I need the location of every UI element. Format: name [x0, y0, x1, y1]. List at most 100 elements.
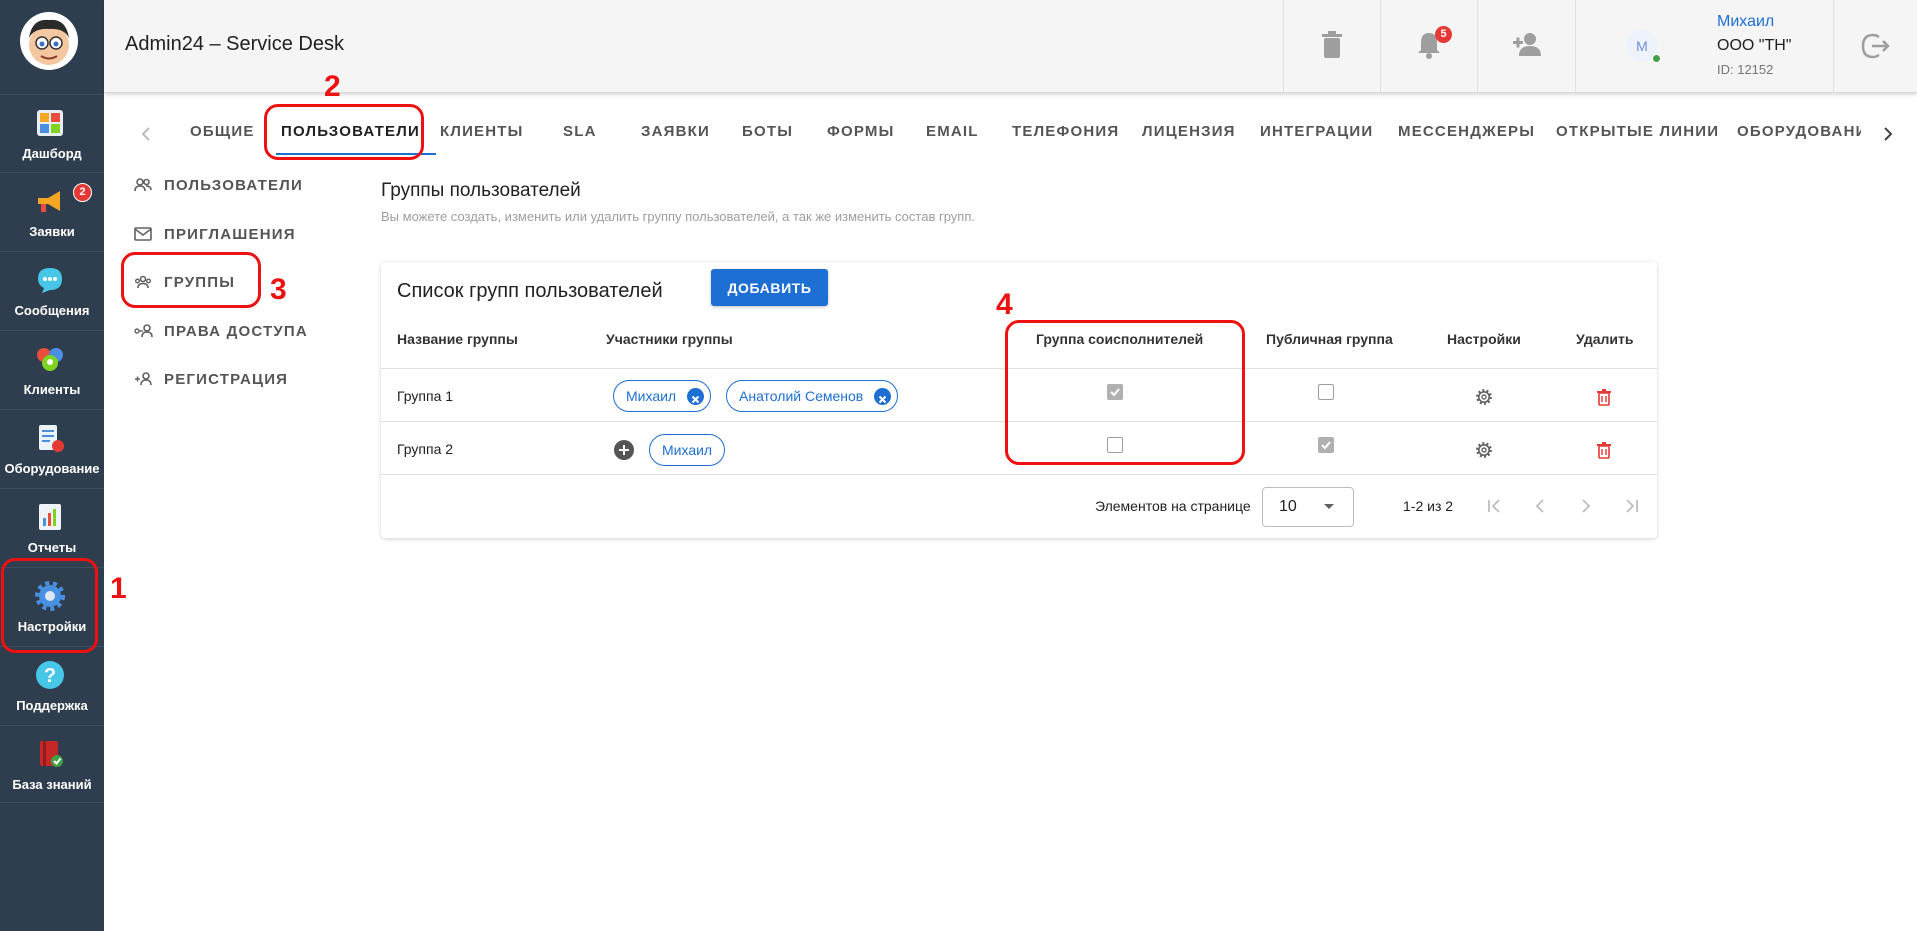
- user-id: ID: 12152: [1717, 62, 1774, 77]
- add-user-button[interactable]: [1477, 0, 1574, 93]
- delete-trash-icon[interactable]: [1595, 441, 1613, 459]
- remove-member-icon[interactable]: [874, 388, 892, 405]
- delete-trash-icon[interactable]: [1595, 388, 1613, 406]
- annotation-box-co-executors: [1005, 320, 1245, 465]
- card-title: Список групп пользователей: [397, 280, 663, 302]
- left-navigation: Дашборд 2 Заявки Сообщения Клиенты Обору…: [0, 0, 104, 931]
- envelope-icon: [134, 227, 152, 241]
- annotation-number: 2: [324, 70, 341, 103]
- subnav-label: ПОЛЬЗОВАТЕЛИ: [164, 177, 303, 194]
- tab-tickets[interactable]: ЗАЯВКИ: [641, 123, 710, 140]
- help-question-icon: ?: [36, 661, 64, 689]
- nav-label: Дашборд: [22, 146, 82, 161]
- nav-label: Оборудование: [4, 461, 100, 476]
- tab-clients[interactable]: КЛИЕНТЫ: [440, 123, 524, 140]
- app-logo[interactable]: [20, 12, 78, 70]
- user-profile[interactable]: M Михаил ООО "ТН" ID: 12152: [1575, 0, 1834, 93]
- app-root: Дашборд 2 Заявки Сообщения Клиенты Обору…: [0, 0, 1917, 931]
- member-chip[interactable]: Анатолий Семенов: [726, 380, 899, 412]
- annotation-number: 1: [110, 572, 127, 605]
- people-group-icon: [37, 348, 63, 371]
- subnav-label: РЕГИСТРАЦИЯ: [164, 371, 289, 388]
- column-header-members: Участники группы: [606, 331, 733, 347]
- page-subtitle: Вы можете создать, изменить или удалить …: [381, 209, 975, 224]
- annotation-box-settings: [1, 558, 98, 653]
- row-divider: [381, 474, 1657, 475]
- nav-dashboard[interactable]: Дашборд: [0, 94, 104, 172]
- page-title: Группы пользователей: [381, 180, 581, 201]
- nav-label: Поддержка: [16, 698, 88, 713]
- member-chip-label: Михаил: [662, 442, 713, 458]
- trash-icon: [1322, 31, 1342, 58]
- nav-reports[interactable]: Отчеты: [0, 488, 104, 566]
- subnav-label: ПРИГЛАШЕНИЯ: [164, 226, 296, 243]
- book-check-icon: [40, 741, 63, 767]
- last-page-icon[interactable]: [1621, 495, 1643, 517]
- check-icon: [1321, 441, 1331, 450]
- group-name: Группа 1: [397, 388, 454, 404]
- tab-bots[interactable]: БОТЫ: [742, 123, 793, 140]
- tab-general[interactable]: ОБЩИЕ: [190, 123, 255, 140]
- user-organization: ООО "ТН": [1717, 37, 1792, 54]
- notifications-badge: 5: [1435, 26, 1452, 43]
- online-status-dot: [1652, 54, 1661, 63]
- equipment-checklist-icon: [39, 425, 64, 452]
- tickets-badge: 2: [73, 183, 92, 202]
- user-key-icon: [134, 324, 153, 338]
- tab-forms[interactable]: ФОРМЫ: [827, 123, 894, 140]
- rows-per-page-label: Элементов на странице: [1095, 498, 1251, 514]
- logout-icon[interactable]: [1860, 30, 1892, 62]
- annotation-box-groups: [121, 252, 261, 308]
- users-icon: [134, 178, 152, 192]
- subnav-label: ПРАВА ДОСТУПА: [164, 323, 308, 340]
- tab-license[interactable]: ЛИЦЕНЗИЯ: [1142, 123, 1236, 140]
- tabs-scroll-right-icon[interactable]: [1874, 121, 1900, 147]
- annotation-number: 3: [270, 273, 287, 306]
- member-chip-label: Михаил: [626, 388, 677, 404]
- tab-integrations[interactable]: ИНТЕГРАЦИИ: [1260, 123, 1373, 140]
- annotation-box-users-tab: [264, 104, 424, 160]
- dashboard-icon: [37, 110, 63, 136]
- nav-clients[interactable]: Клиенты: [0, 330, 104, 408]
- group-name: Группа 2: [397, 441, 454, 457]
- rows-per-page-select[interactable]: 10: [1262, 487, 1354, 527]
- tab-email[interactable]: EMAIL: [926, 123, 979, 140]
- nav-equipment[interactable]: Оборудование: [0, 409, 104, 487]
- next-page-icon[interactable]: [1575, 495, 1597, 517]
- svg-text:?: ?: [44, 665, 56, 687]
- add-group-button[interactable]: ДОБАВИТЬ: [711, 269, 828, 306]
- tab-equipment[interactable]: ОБОРУДОВАНИЕ: [1737, 123, 1861, 140]
- column-header-settings: Настройки: [1447, 331, 1521, 347]
- first-page-icon[interactable]: [1483, 495, 1505, 517]
- tab-messengers[interactable]: МЕССЕНДЖЕРЫ: [1398, 123, 1535, 140]
- user-name[interactable]: Михаил: [1717, 13, 1774, 31]
- report-chart-icon: [39, 504, 61, 530]
- notifications-button[interactable]: 5: [1380, 0, 1477, 93]
- top-bar: Admin24 – Service Desk 5 M Михаил ООО "Т…: [104, 0, 1917, 93]
- member-chip[interactable]: Михаил: [613, 380, 712, 412]
- annotation-number: 4: [996, 288, 1013, 321]
- public-group-checkbox[interactable]: [1318, 384, 1334, 400]
- nav-label: Сообщения: [14, 303, 90, 318]
- tab-telephony[interactable]: ТЕЛЕФОНИЯ: [1012, 123, 1119, 140]
- tab-sla[interactable]: SLA: [563, 123, 597, 140]
- column-header-name: Название группы: [397, 331, 518, 347]
- user-add-icon: [135, 372, 152, 386]
- nav-support[interactable]: ? Поддержка: [0, 646, 104, 724]
- remove-member-icon[interactable]: [687, 388, 705, 405]
- nav-tickets[interactable]: 2 Заявки: [0, 172, 104, 250]
- tabs-scroll-left-icon[interactable]: [134, 121, 160, 147]
- group-settings-gear-icon[interactable]: [1475, 441, 1493, 459]
- previous-page-icon[interactable]: [1529, 495, 1551, 517]
- column-header-public: Публичная группа: [1266, 331, 1393, 347]
- group-settings-gear-icon[interactable]: [1475, 388, 1493, 406]
- chat-bubble-icon: [38, 268, 62, 293]
- nav-messages[interactable]: Сообщения: [0, 251, 104, 329]
- nav-label: Заявки: [29, 224, 75, 239]
- add-member-icon[interactable]: [614, 440, 634, 460]
- nav-knowledge-base[interactable]: База знаний: [0, 725, 104, 803]
- tab-open-lines[interactable]: ОТКРЫТЫЕ ЛИНИИ: [1556, 123, 1719, 140]
- trash-button[interactable]: [1283, 0, 1380, 93]
- member-chip[interactable]: Михаил: [649, 434, 726, 466]
- public-group-checkbox[interactable]: [1318, 437, 1334, 453]
